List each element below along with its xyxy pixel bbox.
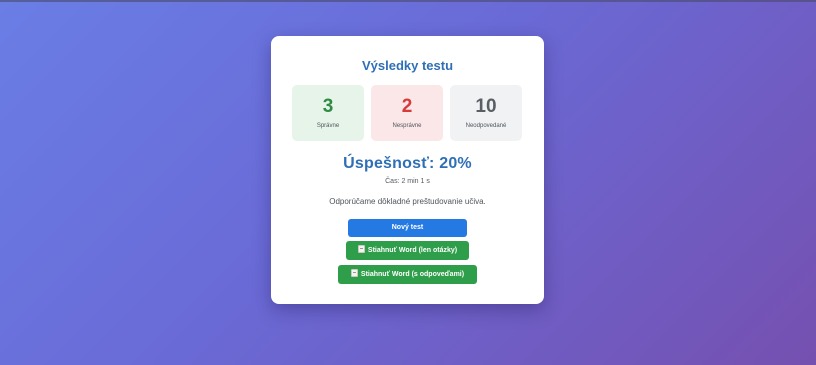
- new-test-button[interactable]: Nový test: [348, 219, 467, 237]
- results-card: Výsledky testu 3 Správne 2 Nesprávne 10 …: [271, 36, 544, 304]
- document-icon: [350, 269, 358, 277]
- stat-wrong: 2 Nesprávne: [371, 85, 443, 141]
- elapsed-time: Čas: 2 min 1 s: [385, 178, 430, 185]
- stat-unanswered: 10 Neodpovedané: [450, 85, 522, 141]
- stat-unanswered-label: Neodpovedané: [465, 123, 507, 129]
- stat-unanswered-value: 10: [475, 96, 497, 117]
- stat-correct-value: 3: [322, 96, 334, 117]
- stat-wrong-value: 2: [401, 96, 413, 117]
- download-word-answers-label: Stiahnuť Word (s odpoveďami): [360, 271, 465, 278]
- stat-correct-label: Správne: [316, 123, 340, 129]
- new-test-button-label: Nový test: [391, 224, 424, 231]
- stats-row: 3 Správne 2 Nesprávne 10 Neodpovedané: [292, 85, 523, 141]
- download-word-questions-button[interactable]: Stiahnuť Word (len otázky): [346, 241, 469, 260]
- results-title: Výsledky testu: [361, 58, 454, 73]
- download-word-questions-label: Stiahnuť Word (len otázky): [367, 247, 458, 254]
- document-icon: [357, 245, 365, 253]
- success-rate: Úspešnosť: 20%: [343, 155, 472, 172]
- advice-text: Odporúčame dôkladné preštudovanie učiva.: [329, 197, 486, 206]
- download-word-answers-button[interactable]: Stiahnuť Word (s odpoveďami): [338, 265, 477, 284]
- window-top-border: [0, 0, 816, 2]
- stat-correct: 3 Správne: [292, 85, 364, 141]
- stat-wrong-label: Nesprávne: [392, 123, 422, 129]
